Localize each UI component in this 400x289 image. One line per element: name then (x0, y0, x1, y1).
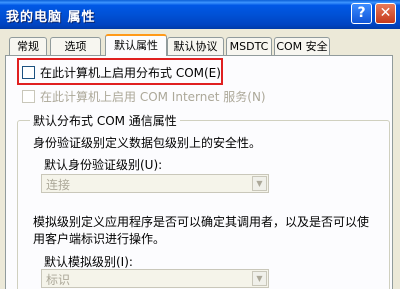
impersonation-level-value: 标识 (46, 273, 71, 287)
tab-options[interactable]: 选项 (50, 37, 101, 55)
help-button[interactable]: ? (351, 3, 372, 24)
enable-com-internet-checkbox (22, 90, 35, 103)
impersonation-level-label: 默认模拟级别(I): (44, 255, 133, 269)
auth-level-value: 连接 (46, 178, 71, 192)
impersonation-level-select: 标识 ▼ (41, 269, 269, 288)
close-button[interactable]: ✕ (375, 3, 396, 24)
enable-dcom-checkbox[interactable] (22, 66, 35, 79)
chevron-down-icon: ▼ (252, 176, 267, 191)
window-title: 我的电脑 属性 (6, 10, 96, 25)
auth-level-label: 默认身份验证级别(U): (44, 158, 163, 172)
chevron-down-icon: ▼ (252, 271, 267, 286)
tab-default-properties[interactable]: 默认属性 (105, 34, 167, 56)
title-bar: 我的电脑 属性 ? ✕ (0, 0, 400, 29)
properties-window: 我的电脑 属性 ? ✕ 常规 选项 默认属性 默认协议 MSDTC COM 安全… (0, 0, 400, 289)
tab-msdtc[interactable]: MSDTC (226, 37, 272, 55)
enable-com-internet-label: 在此计算机上启用 COM Internet 服务(N) (40, 90, 266, 104)
close-icon: ✕ (379, 5, 392, 21)
auth-level-description: 身份验证级别定义数据包级别上的安全性。 (33, 136, 262, 150)
group-title: 默认分布式 COM 通信属性 (30, 112, 180, 129)
help-icon: ? (357, 5, 366, 21)
enable-dcom-label[interactable]: 在此计算机上启用分布式 COM(E) (40, 64, 221, 81)
impersonation-description-line2: 用客户端标识进行操作。 (33, 232, 166, 246)
tab-default-protocols[interactable]: 默认协议 (167, 37, 224, 55)
auth-level-select: 连接 ▼ (41, 174, 269, 193)
impersonation-description-line1: 模拟级别定义应用程序是否可以确定其调用者，以及是否可以使 (33, 215, 370, 229)
tab-general[interactable]: 常规 (9, 37, 47, 55)
tab-com-security[interactable]: COM 安全 (274, 37, 330, 55)
